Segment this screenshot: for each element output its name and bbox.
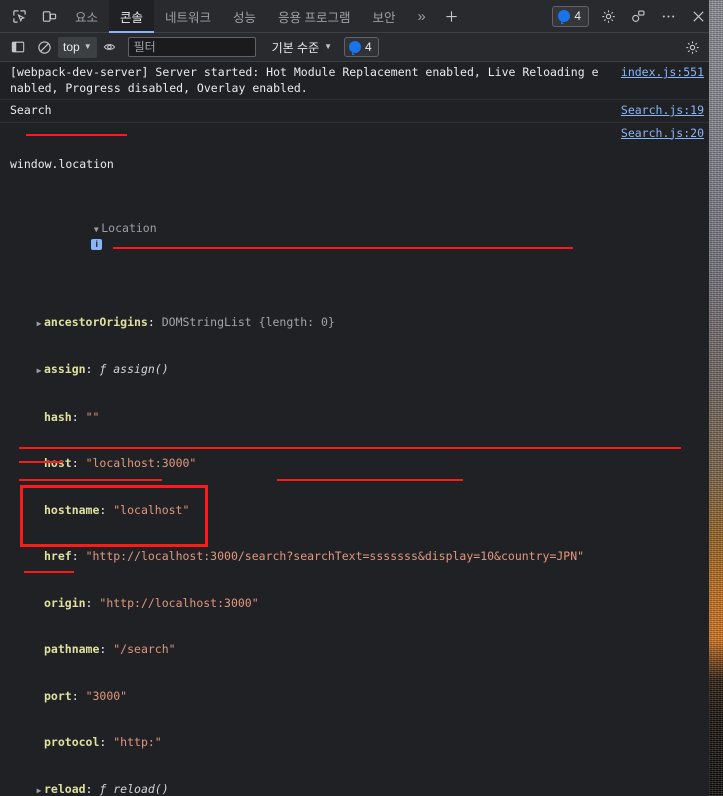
object-name: Location [101, 220, 157, 235]
console-toolbar: top ▼ 기본 수준 ▼ 4 [0, 33, 723, 62]
chevron-down-icon: ▼ [324, 42, 333, 51]
prop-value: DOMStringList {length: 0} [161, 314, 335, 329]
tabbar-spacer [467, 0, 553, 32]
source-link[interactable]: index.js:551 [621, 65, 704, 81]
prop-value: "localhost" [113, 502, 190, 517]
prop-key: host [44, 456, 72, 470]
issues-info-icon [558, 10, 571, 24]
prop-key: hostname [44, 502, 100, 517]
console-message-text: Search [10, 103, 52, 117]
tab-network[interactable]: 네트워크 [154, 0, 222, 33]
chevron-down-icon[interactable]: ▼ [91, 222, 101, 238]
source-link[interactable]: Search.js:19 [621, 103, 704, 119]
live-expression-icon[interactable] [99, 35, 123, 59]
tab-application[interactable]: 응용 프로그램 [267, 0, 361, 33]
console-message-window-location-expanded[interactable]: window.location ▼ Location i ▶ ancestorOri… [0, 123, 723, 796]
tab-console-label: 콘솔 [120, 11, 144, 25]
tab-performance[interactable]: 성능 [222, 0, 267, 33]
chevron-right-icon[interactable]: ▶ [34, 363, 44, 379]
execution-context-value: top [63, 40, 80, 54]
prop-value: "http://localhost:3000/search?searchText… [85, 549, 585, 563]
tab-performance-label: 성능 [233, 11, 257, 25]
tab-security-label: 보안 [372, 11, 396, 25]
devtools-tab-bar: 요소 콘솔 네트워크 성능 응용 프로그램 보안 » 4 [0, 0, 723, 33]
console-settings-gear-icon[interactable] [680, 35, 704, 59]
console-message-search-1[interactable]: Search Search.js:19 [0, 100, 723, 123]
prop-key: origin [44, 595, 86, 610]
tab-console[interactable]: 콘솔 [109, 0, 155, 33]
tab-elements-label: 요소 [75, 11, 99, 25]
log-level-label: 기본 수준 [271, 40, 320, 55]
device-toolbar-icon[interactable] [34, 0, 64, 33]
console-message-text: [webpack-dev-server] Server started: Hot… [10, 65, 599, 95]
noise-overlay [709, 0, 723, 796]
info-bubble-icon [349, 41, 362, 55]
dock-position-icon[interactable] [623, 0, 653, 33]
prop-value: ƒ reload() [99, 781, 169, 796]
prop-key: href [44, 549, 72, 563]
log-level-select[interactable]: 기본 수준 ▼ [266, 37, 336, 58]
prop-value: "http:" [113, 735, 162, 749]
console-issues-badge[interactable]: 4 [344, 37, 379, 57]
gear-icon[interactable] [593, 0, 623, 33]
console-message-webpack[interactable]: [webpack-dev-server] Server started: Hot… [0, 62, 723, 100]
prop-key: pathname [44, 642, 100, 656]
prop-key: protocol [44, 735, 100, 749]
issues-badge[interactable]: 4 [552, 5, 589, 27]
prop-key: port [44, 688, 72, 703]
chevron-right-icon[interactable]: ▶ [34, 783, 44, 796]
prop-value: "3000" [85, 688, 128, 703]
prop-key: ancestorOrigins [44, 314, 148, 329]
desktop-background-strip [709, 0, 723, 796]
more-tabs-icon[interactable]: » [407, 0, 437, 33]
prop-key: hash [44, 409, 72, 424]
tab-application-label: 응용 프로그램 [278, 11, 351, 25]
prop-value: "localhost:3000" [85, 456, 197, 470]
source-link[interactable]: Search.js:20 [621, 126, 704, 142]
console-message-text: window.location ▼ Location i ▶ ancestorOri… [10, 126, 723, 796]
tab-network-label: 네트워크 [165, 11, 212, 25]
logged-label: window.location [10, 156, 114, 171]
info-icon[interactable]: i [91, 239, 103, 250]
devtools-window: 요소 콘솔 네트워크 성능 응용 프로그램 보안 » 4 top ▼ 필터 기본… [0, 0, 723, 796]
clear-console-icon[interactable] [32, 35, 56, 59]
execution-context-select[interactable]: top ▼ [58, 36, 97, 58]
prop-key: assign [44, 362, 86, 376]
console-sidebar-icon[interactable] [6, 35, 30, 59]
chevron-down-icon: ▼ [83, 42, 92, 51]
prop-value: ƒ assign() [99, 362, 169, 376]
prop-value: "/search" [113, 642, 176, 656]
prop-value: "http://localhost:3000" [99, 595, 259, 610]
more-options-icon[interactable] [653, 0, 683, 33]
chevron-right-icon[interactable]: ▶ [34, 316, 44, 332]
add-tab-icon[interactable] [437, 0, 467, 33]
tab-security[interactable]: 보안 [362, 0, 407, 33]
console-issues-count: 4 [365, 40, 372, 54]
tab-elements[interactable]: 요소 [64, 0, 109, 33]
issues-count: 4 [574, 9, 581, 23]
more-tabs-label: » [417, 8, 426, 25]
filter-input[interactable] [127, 37, 256, 57]
prop-value: "" [85, 409, 100, 424]
console-message-list[interactable]: [webpack-dev-server] Server started: Hot… [0, 62, 723, 796]
prop-key: reload [44, 781, 86, 796]
inspect-element-icon[interactable] [4, 0, 34, 33]
